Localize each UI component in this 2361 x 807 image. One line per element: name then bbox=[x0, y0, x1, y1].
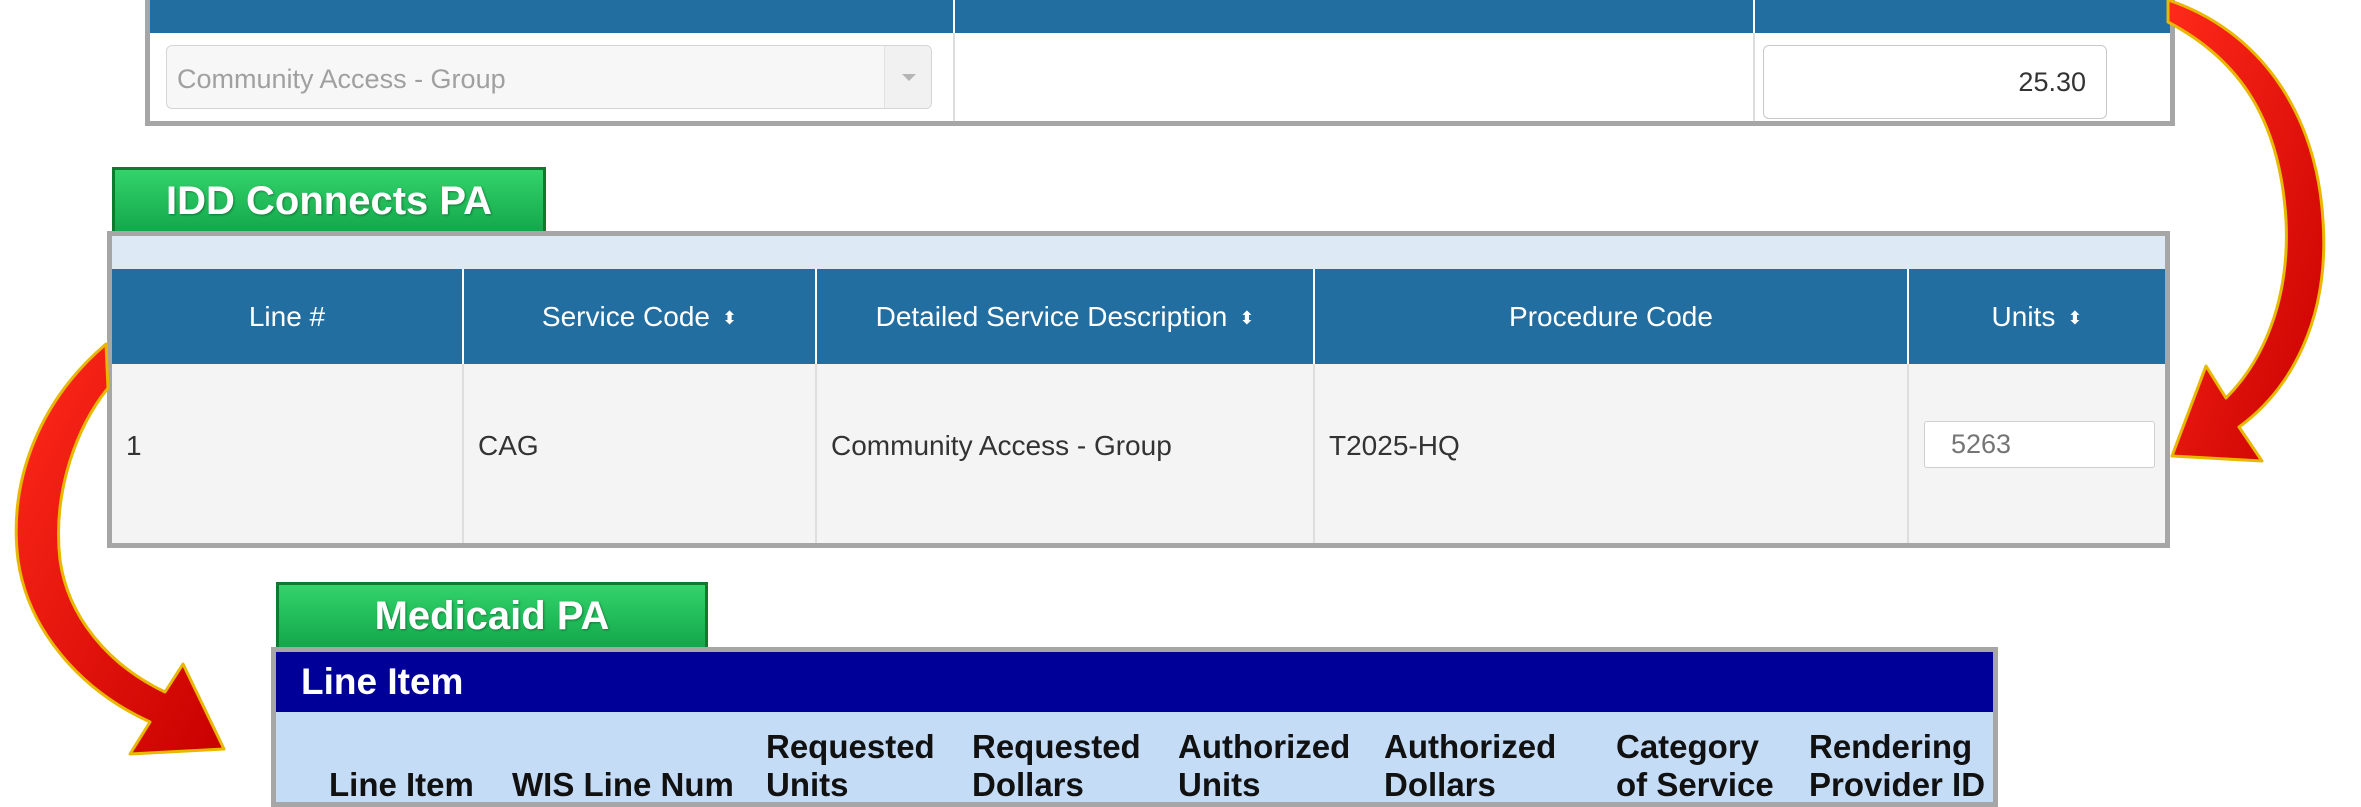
cell-units bbox=[1909, 364, 2165, 543]
column-header-description[interactable]: Detailed Service Description ⬍ bbox=[817, 269, 1315, 364]
column-header-procedure-code[interactable]: Procedure Code bbox=[1315, 269, 1909, 364]
sort-icon[interactable]: ⬍ bbox=[722, 271, 737, 366]
column-header-label: Detailed Service Description bbox=[875, 301, 1228, 332]
column-header-line-num[interactable]: Line # bbox=[112, 269, 464, 364]
column-header-rendering-provider-id: Rendering Provider ID bbox=[1809, 728, 1985, 804]
column-header-requested-units: Requested Units bbox=[766, 728, 935, 804]
rate-table-header bbox=[150, 0, 2170, 33]
header-line-1: Requested bbox=[972, 728, 1141, 765]
cell-description: Community Access - Group bbox=[817, 364, 1315, 543]
column-divider bbox=[1753, 33, 1755, 121]
header-line-2: Provider ID bbox=[1809, 766, 1986, 803]
column-header-wis-line-num: WIS Line Num bbox=[512, 728, 734, 804]
column-header-service-code[interactable]: Service Code ⬍ bbox=[464, 269, 817, 364]
header-line-1: Category bbox=[1616, 728, 1760, 765]
cell-line-num: 1 bbox=[112, 364, 464, 543]
column-header-line-item: Line Item bbox=[329, 728, 474, 804]
line-item-title: Line Item bbox=[276, 652, 1993, 712]
cell-text: T2025-HQ bbox=[1329, 430, 1460, 461]
header-line-1: Authorized bbox=[1384, 728, 1557, 765]
service-select-value: Community Access - Group bbox=[177, 64, 506, 94]
table-top-strip bbox=[112, 236, 2165, 269]
column-header-label: Units bbox=[1991, 301, 2056, 332]
header-line-1 bbox=[329, 728, 474, 766]
header-line-2: Units bbox=[766, 766, 849, 803]
column-header-label: Procedure Code bbox=[1509, 301, 1713, 332]
header-line-2: of Service bbox=[1616, 766, 1774, 803]
sort-icon[interactable]: ⬍ bbox=[2067, 271, 2082, 366]
column-header-units[interactable]: Units ⬍ bbox=[1909, 269, 2165, 364]
chevron-down-icon bbox=[902, 74, 916, 81]
sort-icon[interactable]: ⬍ bbox=[1239, 271, 1254, 366]
table-row: 1 CAG Community Access - Group T2025-HQ bbox=[112, 364, 2165, 543]
medicaid-line-item-panel: Line Item Line Item WIS Line Num Request… bbox=[271, 647, 1998, 807]
header-line-2: Line Item bbox=[329, 766, 474, 803]
header-line-2: Dollars bbox=[972, 766, 1084, 803]
idd-connects-table-panel: Line # Service Code ⬍ Detailed Service De… bbox=[107, 231, 2170, 548]
header-line-2: Dollars bbox=[1384, 766, 1496, 803]
cell-procedure-code: T2025-HQ bbox=[1315, 364, 1909, 543]
column-header-label: Line # bbox=[248, 301, 326, 332]
header-line-1: Rendering bbox=[1809, 728, 1973, 765]
column-header-authorized-units: Authorized Units bbox=[1178, 728, 1350, 804]
column-header-requested-dollars: Requested Dollars bbox=[972, 728, 1141, 804]
header-line-1: Requested bbox=[766, 728, 935, 765]
right-curved-arrow-icon bbox=[2166, 0, 2326, 463]
select-arrow-box[interactable] bbox=[884, 46, 931, 108]
header-divider bbox=[953, 0, 955, 33]
service-select[interactable]: Community Access - Group bbox=[166, 45, 932, 109]
cell-text: 1 bbox=[126, 430, 142, 461]
units-input[interactable] bbox=[1924, 421, 2155, 468]
column-header-category-of-service: Category of Service bbox=[1616, 728, 1774, 804]
rate-table-panel: Community Access - Group bbox=[145, 0, 2175, 126]
cell-text: CAG bbox=[478, 430, 539, 461]
rate-input[interactable] bbox=[1763, 45, 2107, 119]
cell-service-code: CAG bbox=[464, 364, 817, 543]
header-divider bbox=[1753, 0, 1755, 33]
column-header-authorized-dollars: Authorized Dollars bbox=[1384, 728, 1556, 804]
header-line-1: Authorized bbox=[1178, 728, 1351, 765]
column-header-label: Service Code bbox=[541, 301, 710, 332]
header-line-2: WIS Line Num bbox=[512, 766, 734, 803]
header-line-1 bbox=[512, 728, 734, 766]
idd-table-header: Line # Service Code ⬍ Detailed Service De… bbox=[112, 269, 2165, 364]
cell-text: Community Access - Group bbox=[831, 430, 1172, 461]
column-divider bbox=[953, 33, 955, 121]
medicaid-pa-label: Medicaid PA bbox=[276, 582, 708, 648]
header-line-2: Units bbox=[1178, 766, 1261, 803]
idd-connects-pa-label: IDD Connects PA bbox=[112, 167, 546, 233]
